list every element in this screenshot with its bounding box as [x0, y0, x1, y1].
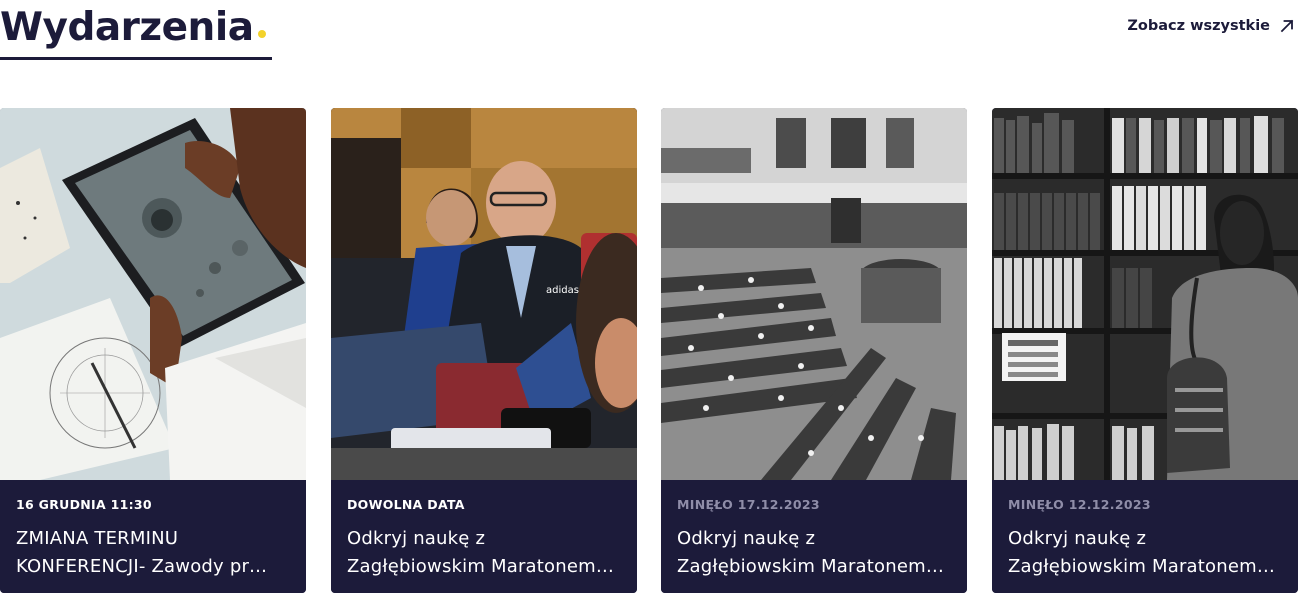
- event-card[interactable]: MINĘŁO 17.12.2023 Odkryj naukę z Zagłębi…: [661, 108, 967, 593]
- event-photo: [992, 108, 1298, 480]
- event-card-body: MINĘŁO 17.12.2023 Odkryj naukę z Zagłębi…: [661, 480, 967, 593]
- section-title: Wydarzenia: [0, 5, 254, 50]
- event-card[interactable]: 16 GRUDNIA 11:30 ZMIANA TERMINU KONFEREN…: [0, 108, 306, 593]
- event-card-body: DOWOLNA DATA Odkryj naukę z Zagłębiowski…: [331, 480, 637, 593]
- events-list: 16 GRUDNIA 11:30 ZMIANA TERMINU KONFEREN…: [0, 108, 1298, 593]
- event-date: 16 GRUDNIA 11:30: [16, 497, 152, 512]
- event-title: Odkryj naukę z Zagłębiowskim Maratonem…: [1008, 528, 1276, 577]
- event-image-library: [661, 108, 967, 480]
- event-title: Odkryj naukę z Zagłębiowskim Maratonem…: [677, 528, 945, 577]
- event-photo: [661, 108, 967, 480]
- event-title: ZMIANA TERMINU KONFERENCJI- Zawody pr…: [16, 528, 268, 577]
- events-header: Wydarzenia Zobacz wszystkie: [0, 0, 1298, 70]
- event-title: Odkryj naukę z Zagłębiowskim Maratonem…: [347, 528, 615, 577]
- svg-text:adidas: adidas: [546, 285, 579, 296]
- event-card[interactable]: MINĘŁO 12.12.2023 Odkryj naukę z Zagłębi…: [992, 108, 1298, 593]
- event-image-tablet: [0, 108, 306, 480]
- event-card[interactable]: adidas DOWOLNA DATA Odkryj naukę z Zagłę…: [331, 108, 637, 593]
- event-image-audience: adidas: [331, 108, 637, 480]
- event-card-body: 16 GRUDNIA 11:30 ZMIANA TERMINU KONFEREN…: [0, 480, 306, 593]
- event-card-body: MINĘŁO 12.12.2023 Odkryj naukę z Zagłębi…: [992, 480, 1298, 593]
- see-all-link[interactable]: Zobacz wszystkie: [1127, 18, 1294, 34]
- event-image-bookshelves: [992, 108, 1298, 480]
- title-accent-dot: [257, 30, 266, 38]
- event-date: MINĘŁO 12.12.2023: [1008, 497, 1151, 512]
- event-date: DOWOLNA DATA: [347, 497, 465, 512]
- arrow-up-right-icon: [1280, 19, 1294, 33]
- event-photo: adidas: [331, 108, 637, 480]
- event-photo: [0, 108, 306, 480]
- see-all-label: Zobacz wszystkie: [1127, 18, 1270, 34]
- section-title-wrap: Wydarzenia: [0, 2, 272, 60]
- event-date: MINĘŁO 17.12.2023: [677, 497, 820, 512]
